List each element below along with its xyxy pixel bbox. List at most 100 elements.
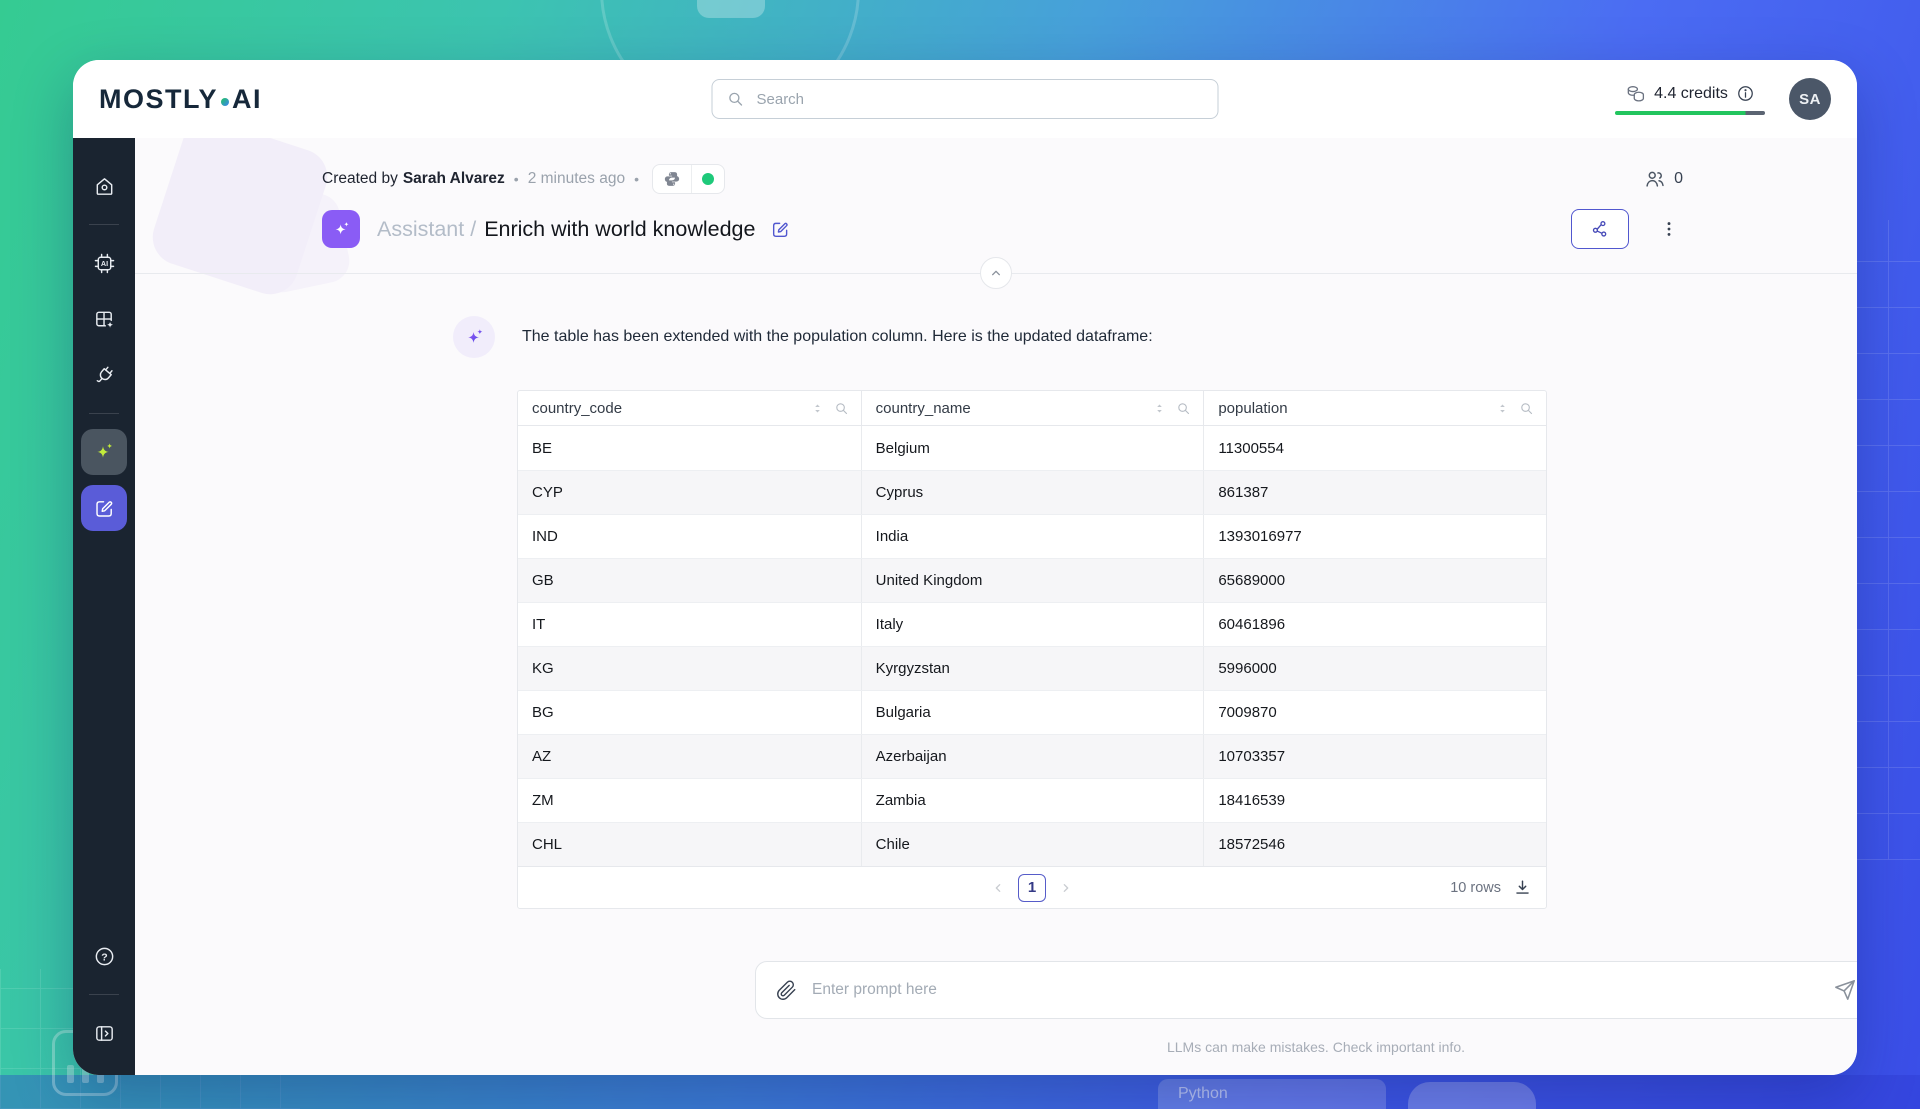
table-cell: CHL [532,836,563,853]
download-icon [1516,880,1529,894]
avatar[interactable]: SA [1789,78,1831,120]
table-cell: United Kingdom [860,559,1204,602]
svg-text:?: ? [101,951,107,963]
more-options-button[interactable] [1655,215,1683,243]
timestamp: 2 minutes ago [527,170,626,187]
table-cell: 18416539 [1203,779,1546,822]
send-icon [1835,980,1855,1000]
table-cell: KG [532,660,554,677]
share-icon [1592,221,1607,237]
column-search-icon[interactable] [834,401,849,416]
chevron-right-icon [1063,883,1069,892]
sidebar-item-help[interactable]: ? [81,933,127,979]
assistant-message-text: The table has been extended with the pop… [522,328,1153,345]
next-page-button[interactable] [1058,880,1074,896]
sidebar-item-ai-models[interactable]: AI [81,240,127,286]
people-icon [1646,171,1664,187]
table-row: BE Belgium 11300554 [518,426,1546,470]
table-cell: 18572546 [1203,823,1546,866]
table-header: country_code country_name population [518,391,1546,426]
author-name: Sarah Alvarez [402,170,505,187]
breadcrumb: Assistant / [377,216,477,241]
column-header-population[interactable]: population [1203,391,1546,425]
sidebar-item-assistant[interactable] [81,429,127,475]
connector-plug-icon [96,366,113,382]
created-by-label: Created by [322,170,398,187]
table-row: BG Bulgaria 7009870 [518,690,1546,734]
collaborators-count: 0 [1674,170,1683,187]
share-button[interactable] [1571,209,1629,249]
sort-icon[interactable] [1496,401,1509,416]
home-icon [96,177,112,195]
runtime-status-badge[interactable] [651,164,725,194]
table-row: IND India 1393016977 [518,514,1546,558]
column-header-country-code[interactable]: country_code [518,391,861,425]
assistant-sparkle-icon [97,443,113,458]
content-area: Created by Sarah Alvarez • 2 minutes ago… [135,138,1857,1075]
table-cell: 1393016977 [1203,515,1546,558]
sparkle-icon [467,328,482,343]
sidebar-divider [89,224,119,225]
info-icon[interactable] [1736,84,1755,103]
chat-body: The table has been extended with the pop… [135,274,1857,1075]
svg-text:AI: AI [100,260,107,268]
logo-dot [221,98,230,106]
column-header-country-name[interactable]: country_name [860,391,1204,425]
assistant-badge [322,210,360,248]
coins-icon [1627,86,1645,102]
top-bar: MOSTLY AI 4.4 credits SA [73,60,1857,138]
table-cell: 861387 [1203,471,1546,514]
edit-pencil-icon [773,222,789,237]
table-cell: GB [532,572,554,589]
edit-title-button[interactable] [770,219,791,240]
column-search-icon[interactable] [1519,401,1534,416]
table-cell: 11300554 [1203,426,1546,470]
table-cell: 10703357 [1203,735,1546,778]
left-sidebar: AI ? [73,138,135,1075]
prompt-input[interactable] [812,981,1834,999]
sidebar-item-connectors[interactable] [81,352,127,398]
chevron-left-icon [995,883,1001,892]
python-icon [664,172,680,186]
chat-header: Created by Sarah Alvarez • 2 minutes ago… [135,138,1857,249]
sort-icon[interactable] [811,401,824,416]
sidebar-item-home[interactable] [81,163,127,209]
attach-file-button[interactable] [776,980,797,1001]
credits-indicator[interactable]: 4.4 credits [1615,83,1765,115]
table-cell: Azerbaijan [860,735,1204,778]
sidebar-divider [89,994,119,995]
logo-text-1: MOSTLY [99,83,219,114]
collapse-sidebar-icon [95,1025,113,1041]
table-row: GB United Kingdom 65689000 [518,558,1546,602]
prompt-area: >_ [755,961,1857,1019]
page-number-button[interactable]: 1 [1018,873,1046,902]
sidebar-item-editor[interactable] [81,485,127,531]
ai-chip-icon: AI [94,253,114,273]
column-search-icon[interactable] [1176,401,1191,416]
search-input[interactable] [756,90,1204,108]
table-cell: BG [532,704,554,721]
table-cell: Kyrgyzstan [860,647,1204,690]
status-green-dot [701,173,714,185]
table-cell: 65689000 [1203,559,1546,602]
paperclip-icon [777,980,796,1000]
send-button[interactable] [1834,979,1856,1001]
table-cell: Chile [860,823,1204,866]
main-window: MOSTLY AI 4.4 credits SA [73,60,1857,1075]
table-cell: India [860,515,1204,558]
page-title: Enrich with world knowledge [484,216,756,241]
sidebar-item-datasets[interactable] [81,296,127,342]
logo-text-2: AI [232,83,263,114]
prev-page-button[interactable] [990,880,1006,896]
table-row: AZ Azerbaijan 10703357 [518,734,1546,778]
sort-icon[interactable] [1153,401,1166,416]
table-cell: IT [532,616,546,633]
sidebar-collapse-toggle[interactable] [81,1010,127,1056]
table-cell: AZ [532,748,552,765]
bg-bottom-band [0,1075,1920,1109]
prompt-input-box[interactable] [755,961,1857,1019]
global-search[interactable] [711,79,1219,119]
download-button[interactable] [1513,878,1532,897]
table-row: CHL Chile 18572546 [518,822,1546,866]
kebab-icon [1667,222,1671,236]
